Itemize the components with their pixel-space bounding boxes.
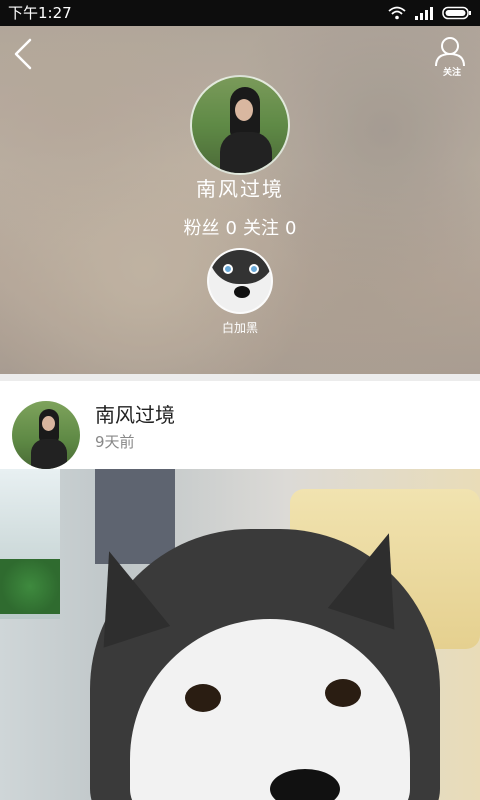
signal-icon <box>415 7 433 20</box>
post-time: 9天前 <box>95 433 135 451</box>
profile-header: 关注 南风过境 粉丝 0 关注 0 白加黑 <box>0 26 480 374</box>
pet-name: 白加黑 <box>221 321 258 335</box>
follow-label: 关注 <box>442 68 461 78</box>
follow-button[interactable]: 关注 <box>432 36 468 78</box>
post-author-avatar[interactable] <box>12 401 80 469</box>
pet-avatar[interactable] <box>207 248 273 314</box>
back-chevron-icon <box>14 38 32 70</box>
following-label: 关注 <box>243 218 279 239</box>
back-button[interactable] <box>10 34 40 74</box>
post-header[interactable]: 南风过境 9天前 <box>0 381 480 469</box>
profile-name: 南风过境 <box>196 177 284 201</box>
post-author-name: 南风过境 <box>95 403 175 427</box>
person-icon <box>435 37 465 67</box>
status-time: 下午1:27 <box>8 4 72 22</box>
status-icons <box>388 5 472 21</box>
profile-avatar[interactable] <box>190 75 290 175</box>
battery-icon <box>442 6 471 20</box>
profile-counts: 粉丝 0 关注 0 <box>0 214 480 240</box>
section-divider <box>0 374 480 381</box>
following-count: 0 <box>285 218 297 239</box>
wifi-icon <box>388 6 406 20</box>
status-bar: 下午1:27 <box>0 0 480 26</box>
fans-label: 粉丝 <box>183 218 220 239</box>
fans-count: 0 <box>225 218 237 239</box>
post-photo[interactable] <box>0 469 480 800</box>
